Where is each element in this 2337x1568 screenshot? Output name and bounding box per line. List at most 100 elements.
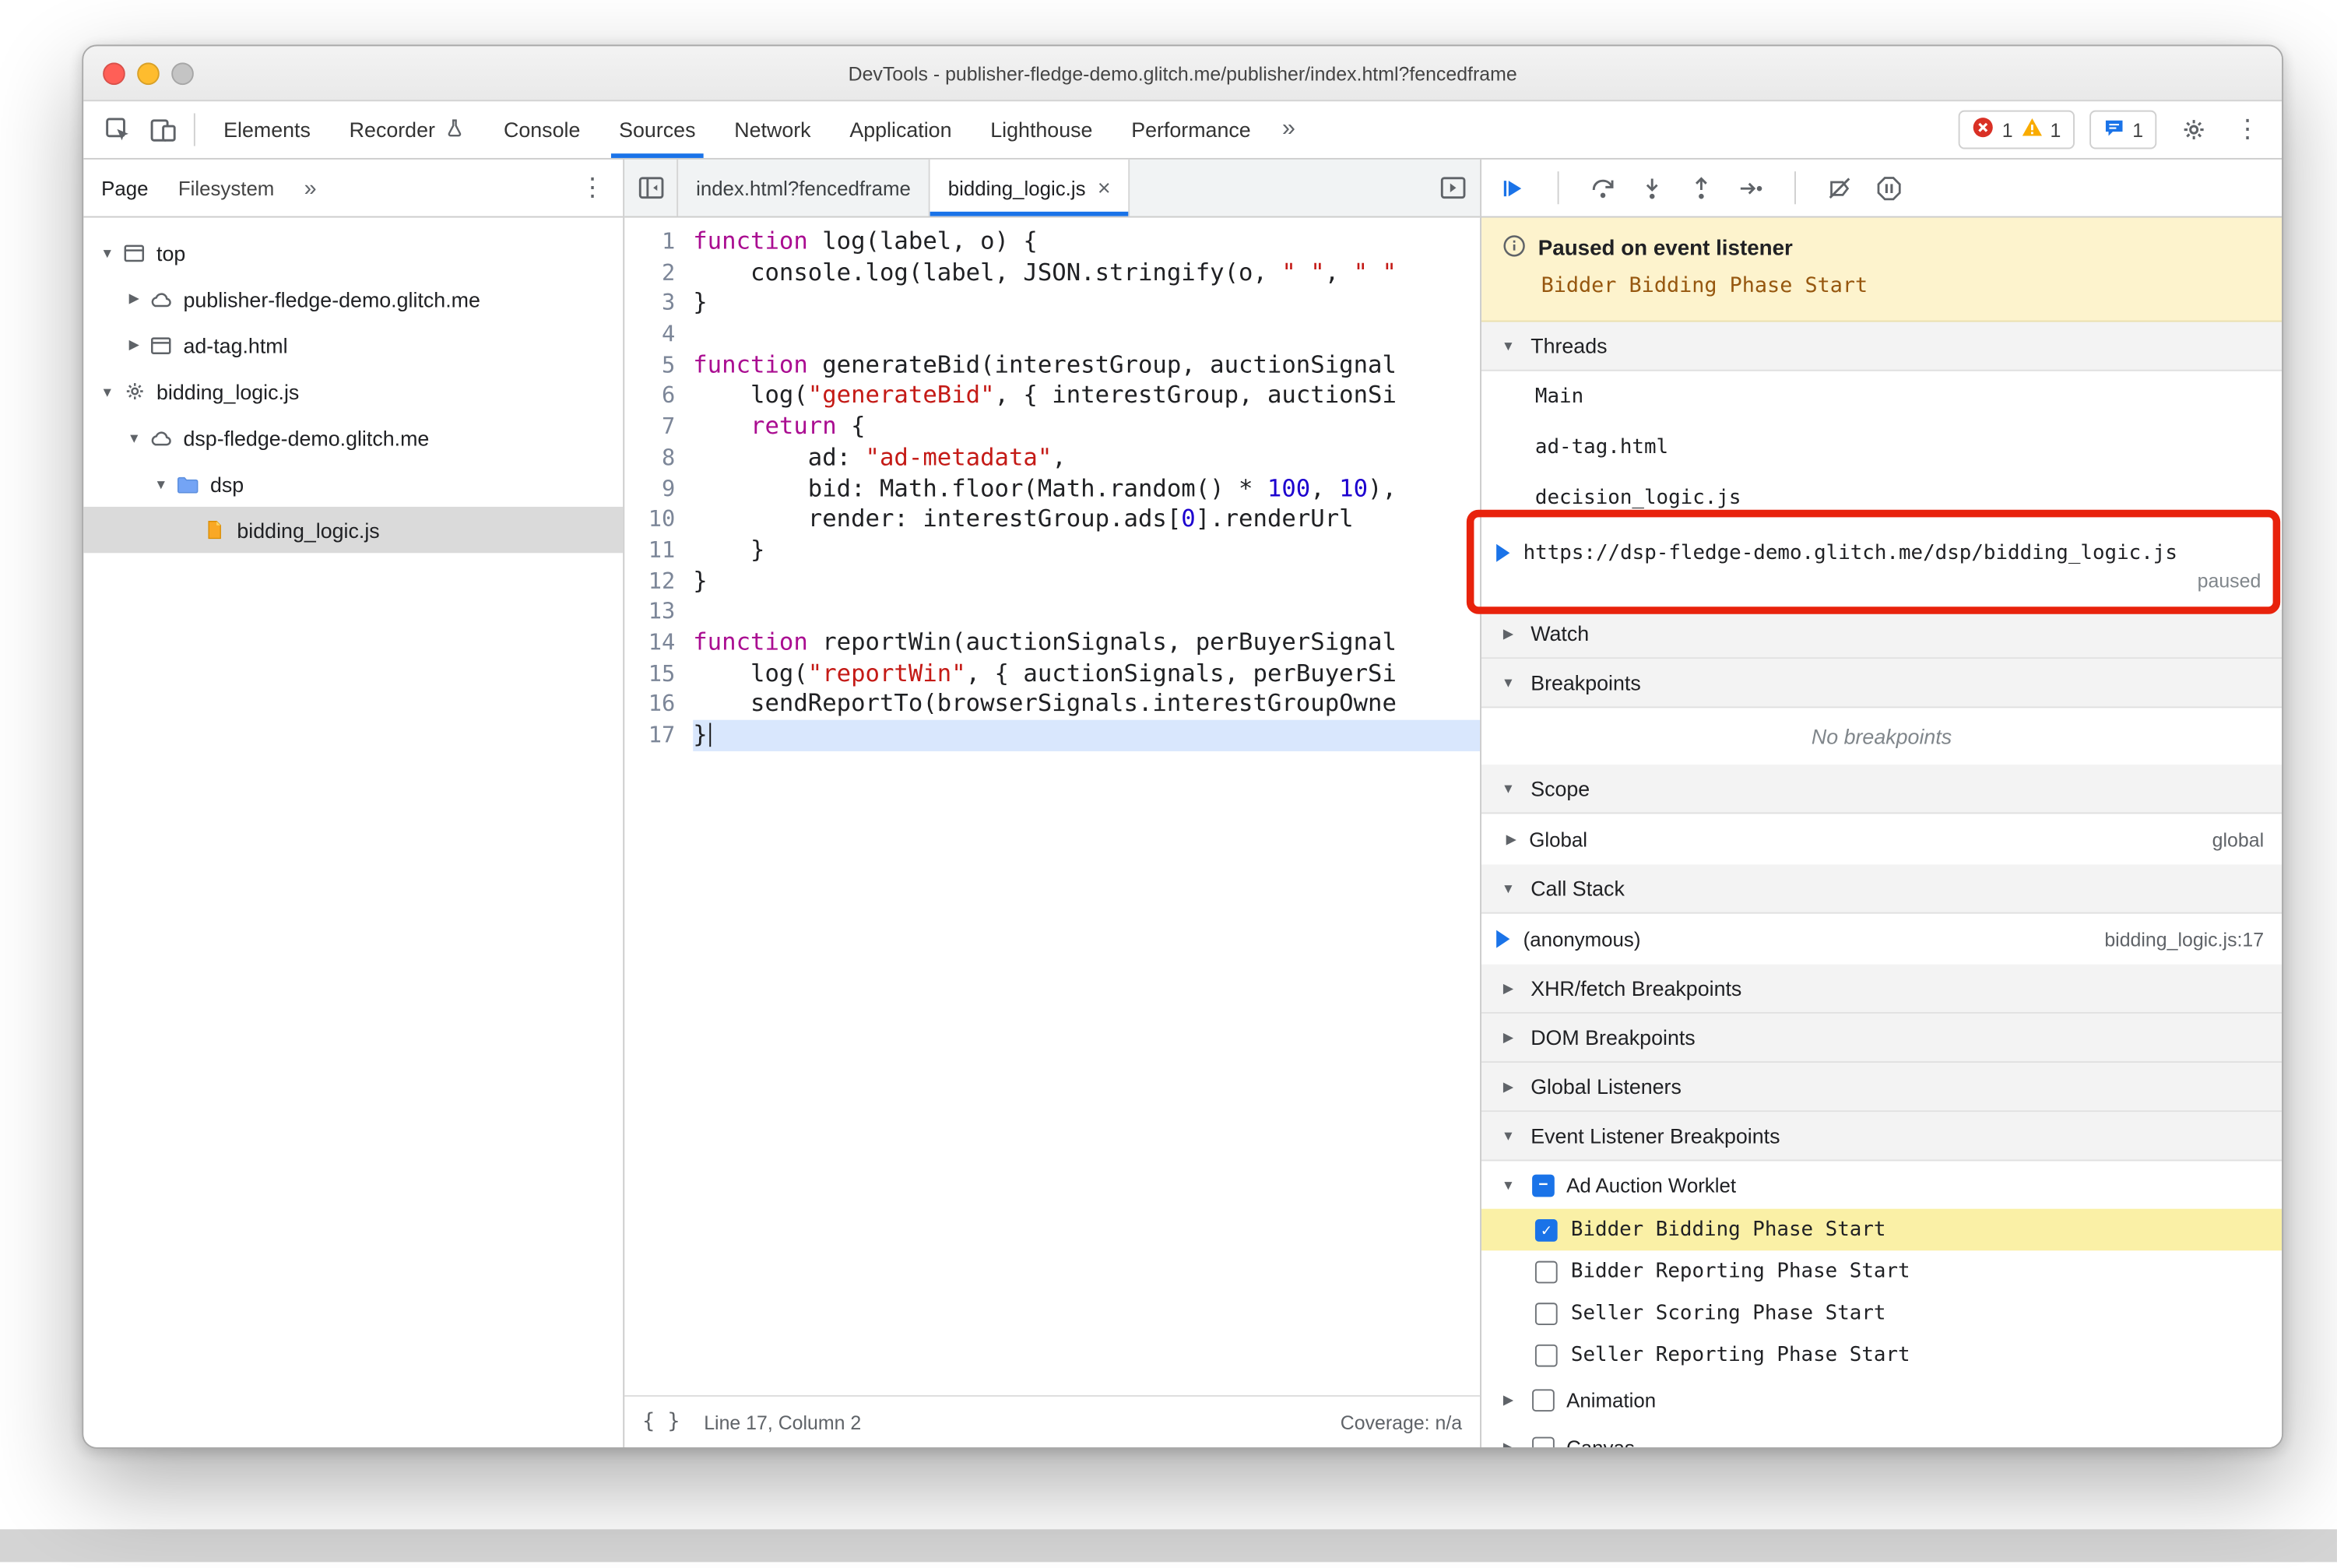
close-button[interactable] [103, 62, 125, 85]
tab-performance[interactable]: Performance [1112, 101, 1270, 158]
step-out-icon[interactable] [1687, 174, 1715, 202]
code-line-text[interactable] [693, 596, 1480, 628]
bidder-reporting-phase-start-checkbox[interactable] [1534, 1260, 1558, 1283]
seller-reporting-phase-start-checkbox[interactable] [1534, 1343, 1558, 1366]
tab-application[interactable]: Application [830, 101, 971, 158]
tab-recorder[interactable]: Recorder [330, 101, 484, 158]
section-expander-icon[interactable]: ▶ [1496, 1029, 1520, 1046]
listener-item-seller-scoring-phase-start[interactable]: Seller Scoring Phase Start [1481, 1292, 2282, 1334]
console-status-badge[interactable]: 1 1 [1959, 110, 2075, 149]
code-line-text[interactable]: render: interestGroup.ads[0].renderUrl [693, 504, 1480, 535]
section-header-threads[interactable]: ▼ Threads [1481, 322, 2283, 371]
scope-expander-icon[interactable]: ▶ [1499, 831, 1523, 847]
tree-item-dsp[interactable]: ▼ dsp [83, 461, 623, 507]
navigator-tab-page[interactable]: Page [101, 177, 148, 199]
section-header-event-listener-breakpoints[interactable]: ▼ Event Listener Breakpoints [1481, 1112, 2283, 1162]
tab-network[interactable]: Network [715, 101, 830, 158]
navigator-more-chevron-icon[interactable]: » [304, 175, 317, 201]
deactivate-breakpoints-icon[interactable] [1826, 174, 1854, 202]
tab-console[interactable]: Console [484, 101, 599, 158]
tab-elements[interactable]: Elements [204, 101, 330, 158]
line-number[interactable]: 11 [624, 535, 693, 566]
code-line-text[interactable]: } [693, 288, 1480, 319]
tree-item-bidding-logic-js[interactable]: bidding_logic.js [83, 506, 624, 554]
line-number[interactable]: 2 [624, 258, 693, 289]
expander-down-icon[interactable]: ▼ [122, 430, 146, 445]
listener-group-expander-icon[interactable]: ▶ [1496, 1439, 1520, 1447]
code-line-text[interactable]: } [693, 566, 1480, 597]
tree-item-bidding-logic-js[interactable]: ▼ bidding_logic.js [83, 368, 623, 414]
line-number[interactable]: 5 [624, 350, 693, 381]
step-into-icon[interactable] [1638, 174, 1666, 202]
section-header-xhr-fetch-breakpoints[interactable]: ▶ XHR/fetch Breakpoints [1481, 964, 2283, 1014]
line-number[interactable]: 7 [624, 412, 693, 443]
more-tabs-chevron-icon[interactable]: » [1270, 116, 1308, 142]
settings-gear-icon[interactable] [2171, 107, 2216, 152]
line-number[interactable]: 9 [624, 473, 693, 505]
zoom-button[interactable] [171, 62, 194, 85]
line-number[interactable]: 14 [624, 628, 693, 659]
listener-group-expander-icon[interactable]: ▼ [1496, 1177, 1520, 1192]
listener-group-canvas[interactable]: ▶ Canvas [1481, 1423, 2282, 1447]
line-number[interactable]: 16 [624, 689, 693, 720]
navigator-tab-filesystem[interactable]: Filesystem [178, 177, 275, 199]
resume-icon[interactable] [1499, 174, 1527, 202]
tab-sources[interactable]: Sources [599, 101, 715, 158]
section-expander-icon[interactable]: ▼ [1496, 881, 1520, 895]
code-line-text[interactable]: log("generateBid", { interestGroup, auct… [693, 381, 1480, 412]
section-header-scope[interactable]: ▼ Scope [1481, 765, 2283, 814]
editor-overflow-icon[interactable] [1426, 160, 1480, 216]
line-number[interactable]: 3 [624, 288, 693, 319]
section-expander-icon[interactable]: ▼ [1496, 339, 1520, 353]
code-line-text[interactable] [693, 319, 1480, 350]
line-number[interactable]: 4 [624, 319, 693, 350]
thread-row-ad-tag-html[interactable]: ad-tag.html [1481, 422, 2282, 473]
titlebar[interactable]: DevTools - publisher-fledge-demo.glitch.… [83, 46, 2283, 102]
tab-lighthouse[interactable]: Lighthouse [971, 101, 1112, 158]
scope-row-global[interactable]: ▶ Global global [1481, 814, 2282, 864]
thread-row-active[interactable]: https://dsp-fledge-demo.glitch.me/dsp/bi… [1481, 523, 2282, 610]
tree-item-publisher-fledge-demo-glitch-me[interactable]: ▶ publisher-fledge-demo.glitch.me [83, 276, 623, 322]
listener-item-seller-reporting-phase-start[interactable]: Seller Reporting Phase Start [1481, 1334, 2282, 1376]
tree-item-top[interactable]: ▼ top [83, 230, 623, 276]
main-menu-icon[interactable]: ⋮ [2231, 114, 2264, 144]
line-number[interactable]: 8 [624, 442, 693, 473]
call-stack-frame[interactable]: (anonymous) bidding_logic.js:17 [1481, 914, 2282, 965]
section-expander-icon[interactable]: ▶ [1496, 625, 1520, 642]
close-tab-icon[interactable]: × [1098, 175, 1111, 201]
line-number[interactable]: 12 [624, 566, 693, 597]
code-line-text[interactable]: } [693, 535, 1480, 566]
listener-group-animation[interactable]: ▶ Animation [1481, 1376, 2282, 1423]
section-expander-icon[interactable]: ▶ [1496, 980, 1520, 997]
canvas-checkbox[interactable] [1532, 1436, 1555, 1447]
listener-item-bidder-bidding-phase-start[interactable]: ✓ Bidder Bidding Phase Start [1481, 1208, 2283, 1251]
listener-item-bidder-reporting-phase-start[interactable]: Bidder Reporting Phase Start [1481, 1250, 2282, 1292]
expander-right-icon[interactable]: ▶ [122, 337, 146, 353]
bidder-bidding-phase-start-checkbox[interactable]: ✓ [1534, 1218, 1558, 1241]
section-header-breakpoints[interactable]: ▼ Breakpoints [1481, 659, 2283, 708]
tree-item-ad-tag-html[interactable]: ▶ ad-tag.html [83, 322, 623, 368]
expander-down-icon[interactable]: ▼ [149, 476, 173, 491]
line-number[interactable]: 1 [624, 227, 693, 258]
pretty-print-icon[interactable]: { } [642, 1410, 680, 1434]
code-line-text[interactable]: return { [693, 412, 1480, 443]
line-number[interactable]: 13 [624, 596, 693, 628]
animation-checkbox[interactable] [1532, 1388, 1555, 1412]
code-editor[interactable]: 1 function log(label, o) {2 console.log(l… [624, 218, 1481, 1395]
line-number[interactable]: 15 [624, 658, 693, 689]
line-number[interactable]: 17 [624, 720, 693, 751]
section-header-watch[interactable]: ▶ Watch [1481, 610, 2283, 659]
code-line-text[interactable]: } [693, 719, 1481, 751]
seller-scoring-phase-start-checkbox[interactable] [1534, 1302, 1558, 1325]
expander-down-icon[interactable]: ▼ [96, 384, 120, 399]
listener-group-ad-auction-worklet[interactable]: ▼ − Ad Auction Worklet [1481, 1161, 2282, 1208]
code-line-text[interactable]: function reportWin(auctionSignals, perBu… [693, 628, 1480, 659]
code-line-text[interactable]: ad: "ad-metadata", [693, 442, 1480, 473]
toggle-navigator-icon[interactable] [624, 159, 679, 216]
navigator-menu-icon[interactable]: ⋮ [580, 173, 606, 202]
expander-down-icon[interactable]: ▼ [96, 245, 120, 260]
section-expander-icon[interactable]: ▼ [1496, 1128, 1520, 1143]
section-header-call-stack[interactable]: ▼ Call Stack [1481, 864, 2283, 914]
issues-badge[interactable]: 1 [2089, 110, 2157, 149]
step-over-icon[interactable] [1589, 174, 1617, 202]
